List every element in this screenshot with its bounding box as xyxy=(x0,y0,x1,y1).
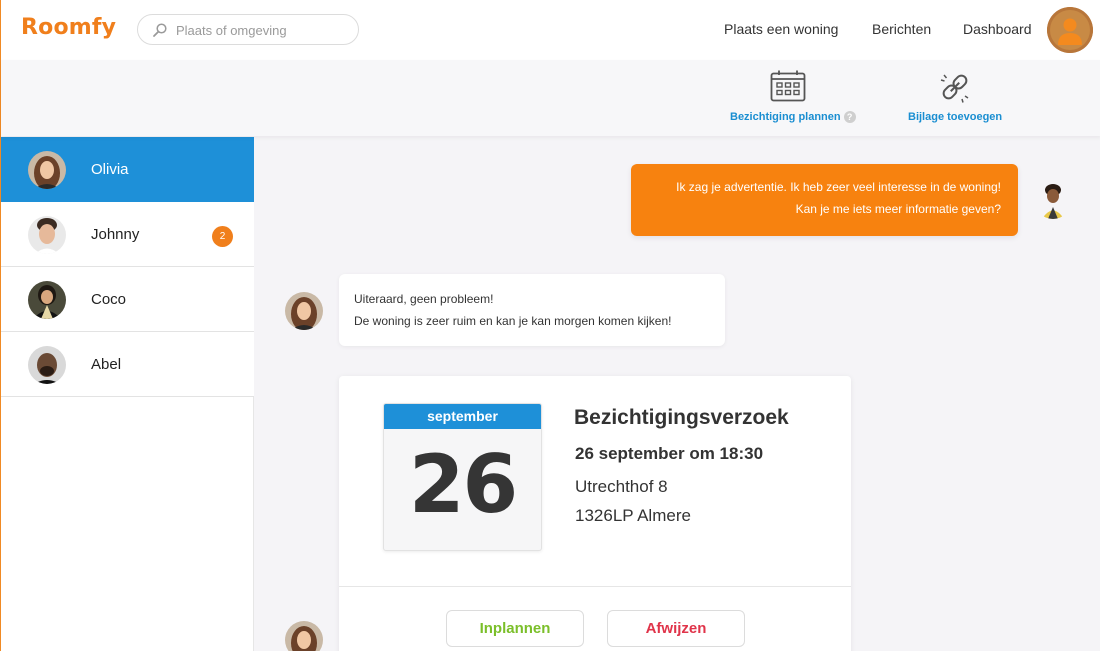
request-city: 1326LP Almere xyxy=(575,506,691,525)
schedule-viewing-label: Bezichtiging plannen? xyxy=(730,111,856,123)
contact-name: Johnny xyxy=(91,226,140,243)
contact-name: Olivia xyxy=(91,161,129,178)
attachment-link-icon xyxy=(940,74,969,103)
decline-button[interactable]: Afwijzen xyxy=(607,610,745,647)
calendar-month: september xyxy=(384,404,541,429)
help-icon[interactable]: ? xyxy=(843,111,856,123)
calendar-icon xyxy=(770,70,806,102)
olivia-avatar xyxy=(285,292,323,330)
add-attachment-button[interactable]: Bijlage toevoegen xyxy=(908,60,1008,136)
nav-messages-link[interactable]: Berichten xyxy=(872,21,931,37)
schedule-viewing-button[interactable]: Bezichtiging plannen? xyxy=(730,60,860,136)
search-box[interactable] xyxy=(137,14,359,45)
avatar xyxy=(28,346,66,384)
top-navbar: Roomfy Plaats een woning Berichten Dashb… xyxy=(1,0,1100,60)
add-attachment-label: Bijlage toevoegen xyxy=(908,111,1003,123)
message-text: Uiteraard, geen probleem! xyxy=(354,292,494,306)
calendar-date-tile: september 26 xyxy=(383,403,542,551)
schedule-accept-button[interactable]: Inplannen xyxy=(446,610,584,647)
outgoing-message-bubble: Ik zag je advertentie. Ik heb zeer veel … xyxy=(631,164,1018,236)
schedule-viewing-text: Bezichtiging plannen xyxy=(730,111,841,123)
contact-name: Coco xyxy=(91,291,127,308)
message-text: De woning is zeer ruim en kan je kan mor… xyxy=(354,314,672,328)
search-icon xyxy=(153,23,167,37)
avatar xyxy=(28,151,66,189)
sender-avatar xyxy=(1034,181,1072,219)
contact-item-coco[interactable]: Coco xyxy=(1,267,254,332)
contact-item-abel[interactable]: Abel xyxy=(1,332,254,397)
request-street: Utrechthof 8 xyxy=(575,477,668,496)
unread-count-badge: 2 xyxy=(212,226,233,247)
olivia-avatar xyxy=(285,621,323,651)
viewing-request-card: september 26 Bezichtigingsverzoek 26 sep… xyxy=(339,376,851,651)
nav-dashboard-link[interactable]: Dashboard xyxy=(963,21,1032,37)
chat-toolbar: Bezichtiging plannen? Bijlage toevoegen xyxy=(1,60,1100,136)
roomfy-logo[interactable]: Roomfy xyxy=(21,15,116,40)
avatar xyxy=(28,281,66,319)
contact-item-olivia[interactable]: Olivia xyxy=(1,137,254,202)
incoming-message-bubble: Uiteraard, geen probleem! De woning is z… xyxy=(339,274,725,346)
calendar-day: 26 xyxy=(408,438,518,531)
search-input[interactable] xyxy=(176,19,351,41)
contact-name: Abel xyxy=(91,356,122,373)
chat-panel: Ik zag je advertentie. Ik heb zeer veel … xyxy=(255,137,1100,651)
message-text: Ik zag je advertentie. Ik heb zeer veel … xyxy=(676,180,1001,194)
user-silhouette-icon xyxy=(1047,7,1093,53)
contacts-sidebar: Olivia Johnny 2 Coco Abel xyxy=(1,137,254,651)
request-datetime: 26 september om 18:30 xyxy=(575,444,764,463)
request-title: Bezichtigingsverzoek xyxy=(574,406,789,429)
nav-place-listing-link[interactable]: Plaats een woning xyxy=(724,21,838,37)
avatar xyxy=(28,216,66,254)
message-text: Kan je me iets meer informatie geven? xyxy=(795,202,1001,216)
contact-item-johnny[interactable]: Johnny 2 xyxy=(1,202,254,267)
user-avatar[interactable] xyxy=(1047,7,1093,53)
card-divider xyxy=(339,586,851,587)
